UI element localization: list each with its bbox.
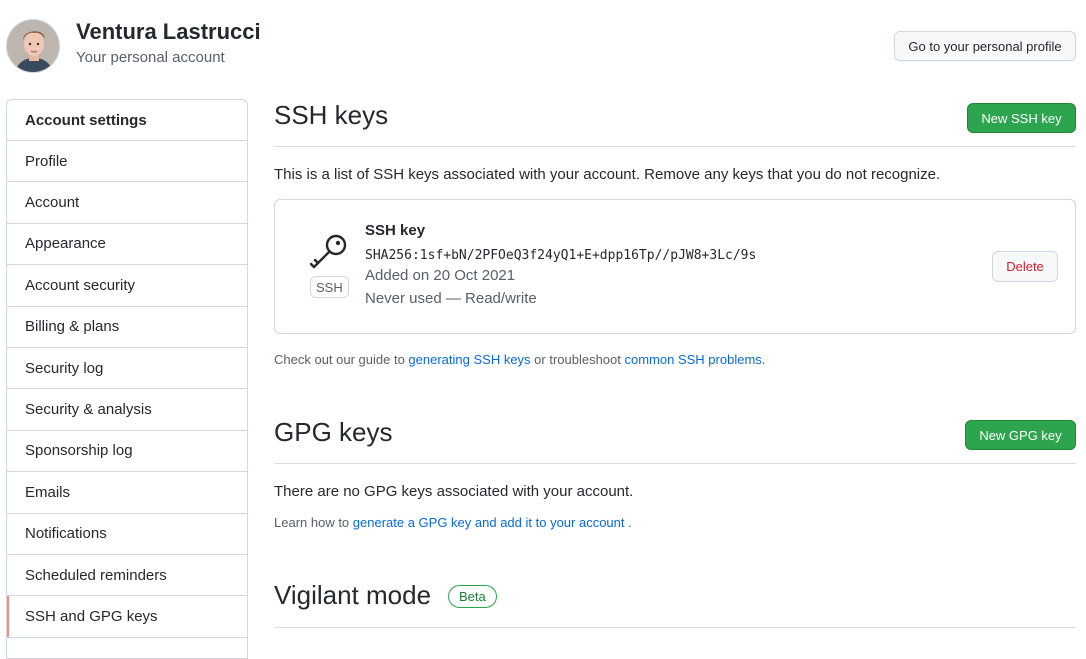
go-to-profile-button[interactable]: Go to your personal profile [894, 31, 1076, 61]
ssh-description: This is a list of SSH keys associated wi… [274, 166, 941, 183]
sidebar-item-security-log[interactable]: Security log [7, 348, 247, 390]
ssh-key-title: SSH key [365, 222, 426, 239]
sidebar-item-sponsorship-log[interactable]: Sponsorship log [7, 431, 247, 473]
ssh-keys-heading: SSH keys [274, 100, 389, 130]
sidebar-item-security-analysis[interactable]: Security & analysis [7, 389, 247, 431]
ssh-guide-suffix: . [761, 352, 766, 367]
sidebar-item-scheduled-reminders[interactable]: Scheduled reminders [7, 555, 247, 597]
gpg-learn-text: Learn how to generate a GPG key and add … [274, 515, 632, 530]
generating-ssh-keys-link[interactable]: generating SSH keys [408, 352, 530, 367]
ssh-guide-text: Check out our guide to generating SSH ke… [274, 352, 765, 367]
ssh-divider [274, 146, 1076, 147]
settings-sidebar: Account settings Profile Account Appeara… [6, 99, 248, 659]
sidebar-item-account[interactable]: Account [7, 182, 247, 224]
ssh-type-badge: SSH [310, 276, 349, 298]
ssh-key-usage: Never used — Read/write [365, 290, 537, 307]
avatar[interactable] [6, 19, 60, 73]
sidebar-item-emails[interactable]: Emails [7, 472, 247, 514]
vigilant-mode-heading: Vigilant mode [274, 580, 432, 610]
sidebar-item-appearance[interactable]: Appearance [7, 224, 247, 266]
gpg-keys-heading: GPG keys [274, 417, 393, 447]
ssh-guide-middle: or troubleshoot [530, 352, 625, 367]
ssh-guide-prefix: Check out our guide to [274, 352, 409, 367]
sidebar-item-ssh-gpg-keys[interactable]: SSH and GPG keys [7, 596, 247, 638]
user-name: Ventura Lastrucci [76, 19, 261, 44]
gpg-empty-message: There are no GPG keys associated with yo… [274, 483, 634, 500]
sidebar-item-profile[interactable]: Profile [7, 141, 247, 183]
sidebar-item-notifications[interactable]: Notifications [7, 514, 247, 555]
gpg-learn-suffix: . [624, 515, 632, 530]
delete-ssh-key-button[interactable]: Delete [992, 251, 1058, 282]
new-ssh-key-button[interactable]: New SSH key [967, 103, 1076, 133]
common-ssh-problems-link[interactable]: common SSH problems [625, 352, 762, 367]
ssh-key-fingerprint: SHA256:1sf+bN/2PFOeQ3f24yQ1+E+dpp16Tp//p… [365, 248, 757, 263]
vigilant-divider [274, 627, 1076, 628]
gpg-divider [274, 463, 1076, 464]
generate-gpg-key-link[interactable]: generate a GPG key and add it to your ac… [353, 515, 625, 530]
key-icon [308, 232, 350, 272]
beta-badge: Beta [448, 585, 497, 608]
account-header: Ventura Lastrucci Your personal account … [0, 0, 1086, 90]
sidebar-heading: Account settings [7, 100, 247, 141]
sidebar-item-billing[interactable]: Billing & plans [7, 307, 247, 348]
gpg-learn-prefix: Learn how to [274, 515, 353, 530]
account-type-label: Your personal account [76, 49, 225, 66]
sidebar-item-account-security[interactable]: Account security [7, 265, 247, 307]
ssh-key-added-date: Added on 20 Oct 2021 [365, 267, 516, 284]
new-gpg-key-button[interactable]: New GPG key [965, 420, 1076, 450]
ssh-key-item: SSH SSH key SHA256:1sf+bN/2PFOeQ3f24yQ1+… [274, 199, 1076, 334]
